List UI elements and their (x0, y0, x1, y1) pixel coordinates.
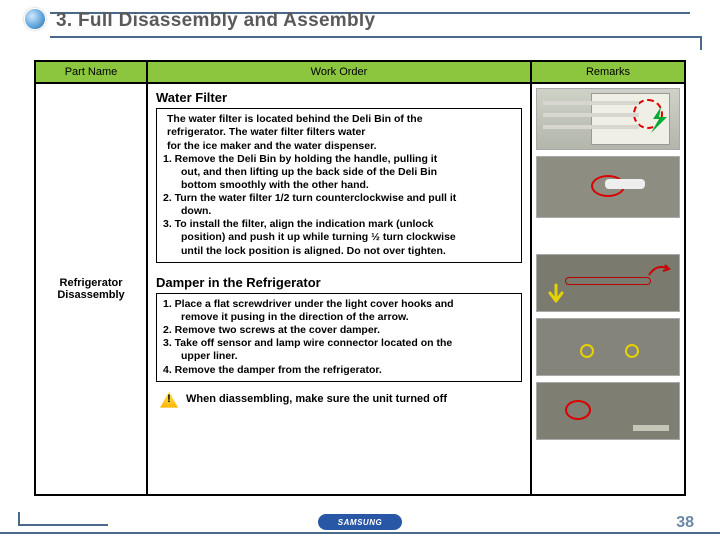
dp-step-1a: 1. Place a flat screwdriver under the li… (163, 298, 515, 311)
part-name-label: Refrigerator Disassembly (42, 277, 140, 301)
wf-intro-2: refrigerator. The water filter filters w… (163, 126, 515, 139)
arrow-curve-icon (647, 261, 673, 281)
warning-text: When diassembling, make sure the unit tu… (186, 393, 447, 407)
callout-rect-icon (565, 277, 650, 285)
header-orb-icon (24, 8, 46, 30)
damper-box: 1. Place a flat screwdriver under the li… (156, 293, 522, 382)
th-work-order: Work Order (148, 62, 532, 82)
water-filter-box: The water filter is located behind the D… (156, 108, 522, 262)
section-title-damper: Damper in the Refrigerator (156, 275, 522, 291)
dp-step-4: 4. Remove the damper from the refrigerat… (163, 364, 515, 377)
dp-step-2: 2. Remove two screws at the cover damper… (163, 324, 515, 337)
wf-step-3a: 3. To install the filter, align the indi… (163, 218, 515, 231)
corner-decor-tr (612, 36, 702, 50)
title-underline (50, 36, 690, 38)
wf-step-2b: down. (163, 205, 515, 218)
wf-intro-1: The water filter is located behind the D… (163, 113, 515, 126)
wf-step-2a: 2. Turn the water filter 1/2 turn counte… (163, 192, 515, 205)
remark-photo-damper-1 (536, 254, 680, 312)
table-header-row: Part Name Work Order Remarks (36, 62, 684, 84)
corner-decor-bl (18, 512, 108, 526)
remark-photo-damper-3 (536, 382, 680, 440)
table-body: Refrigerator Disassembly Water Filter Th… (36, 84, 684, 494)
wf-step-1a: 1. Remove the Deli Bin by holding the ha… (163, 153, 515, 166)
dp-step-3a: 3. Take off sensor and lamp wire connect… (163, 337, 515, 350)
page-number: 38 (676, 514, 694, 532)
remark-photo-fridge-open (536, 88, 680, 150)
wf-step-1c: bottom smoothly with the other hand. (163, 179, 515, 192)
brand-logo: SAMSUNG (318, 514, 402, 530)
cell-part-name: Refrigerator Disassembly (36, 84, 148, 494)
wf-step-1b: out, and then lifting up the back side o… (163, 166, 515, 179)
arrow-down-icon (545, 283, 567, 305)
cell-work-order: Water Filter The water filter is located… (148, 84, 532, 494)
lightning-icon (647, 107, 671, 133)
section-title-water-filter: Water Filter (156, 90, 522, 106)
page-title: 3. Full Disassembly and Assembly (56, 10, 375, 32)
remark-photo-damper-2 (536, 318, 680, 376)
dp-step-3b: upper liner. (163, 350, 515, 363)
footer-rule (0, 532, 720, 534)
content-table: Part Name Work Order Remarks Refrigerato… (34, 60, 686, 496)
th-remarks: Remarks (532, 62, 684, 82)
remark-photo-filter-closeup (536, 156, 680, 218)
wf-step-3b: position) and push it up while turning ½… (163, 231, 515, 244)
cell-remarks (532, 84, 684, 494)
warning-icon (160, 392, 178, 408)
callout-circle-icon (565, 400, 591, 420)
warning-row: When diassembling, make sure the unit tu… (156, 392, 522, 408)
wf-step-3c: until the lock position is aligned. Do n… (163, 245, 515, 258)
dp-step-1b: remove it pusing in the direction of the… (163, 311, 515, 324)
callout-circle-icon (580, 344, 594, 358)
wf-intro-3: for the ice maker and the water dispense… (163, 140, 515, 153)
tool-icon (633, 425, 669, 431)
th-part-name: Part Name (36, 62, 148, 82)
filter-label-icon (605, 179, 645, 189)
callout-circle-icon (625, 344, 639, 358)
